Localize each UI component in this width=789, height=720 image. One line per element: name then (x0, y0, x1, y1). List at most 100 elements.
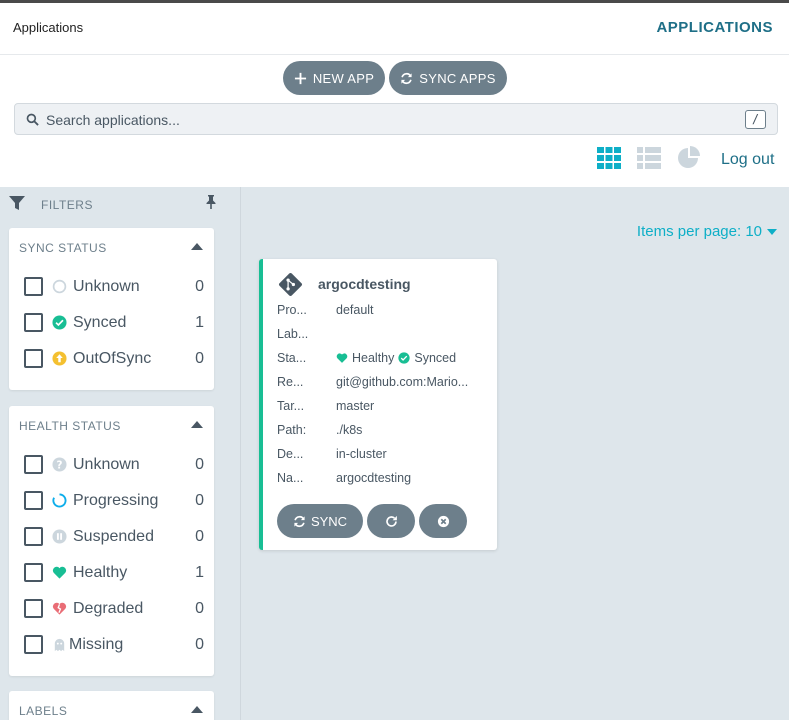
heart-broken-icon (52, 602, 67, 615)
filter-count: 0 (195, 456, 204, 473)
app-name[interactable]: argocdtesting (318, 276, 411, 292)
filter-count: 0 (195, 600, 204, 617)
filter-label: Suspended (73, 528, 154, 545)
filter-row-sync-unknown[interactable]: Unknown 0 (24, 276, 204, 298)
field-path: Path: ./k8s (277, 423, 487, 441)
app-refresh-button[interactable] (367, 504, 415, 538)
field-key: De... (277, 447, 304, 461)
field-value: argocdtesting (336, 471, 412, 485)
filters-header: FILTERS (0, 187, 240, 225)
app-delete-button[interactable] (419, 504, 467, 538)
checkbox[interactable] (24, 455, 43, 474)
pin-icon[interactable] (205, 195, 217, 209)
heart-icon (52, 566, 67, 579)
field-key: Tar... (277, 399, 305, 413)
app-card[interactable]: argocdtesting Pro... default Lab... Sta.… (259, 259, 497, 550)
sync-apps-button[interactable]: SYNC APPS (389, 61, 507, 95)
logout-link[interactable]: Log out (721, 151, 774, 169)
sync-icon (294, 515, 305, 527)
field-key: Pro... (277, 303, 307, 317)
tiles-icon[interactable] (596, 146, 622, 170)
field-destination: De... in-cluster (277, 447, 487, 465)
new-app-button[interactable]: NEW APP (283, 61, 385, 95)
toolbar: NEW APP SYNC APPS / Log out (0, 56, 789, 186)
filter-row-health-unknown[interactable]: ? Unknown 0 (24, 454, 204, 476)
applications-main: Items per page: 10 argocdtesting Pro... … (241, 187, 789, 720)
field-project: Pro... default (277, 303, 487, 321)
plus-icon (294, 72, 306, 84)
field-key: Path: (277, 423, 307, 437)
filter-row-missing[interactable]: Missing 0 (24, 634, 204, 656)
refresh-icon (385, 515, 397, 527)
filter-row-progressing[interactable]: Progressing 0 (24, 490, 204, 512)
filter-label: Unknown (73, 456, 140, 473)
page-header: Applications APPLICATIONS (0, 3, 789, 55)
filter-count: 0 (195, 492, 204, 509)
checkbox[interactable] (24, 313, 43, 332)
filter-count: 0 (195, 528, 204, 545)
filter-row-out-of-sync[interactable]: OutOfSync 0 (24, 348, 204, 370)
filter-label: OutOfSync (73, 350, 152, 367)
breadcrumb[interactable]: Applications (13, 20, 83, 35)
new-app-label: NEW APP (312, 70, 375, 86)
checkbox[interactable] (24, 599, 43, 618)
filter-icon (9, 196, 25, 210)
health-status-title: HEALTH STATUS (19, 419, 121, 433)
app-sync-button[interactable]: SYNC (277, 504, 363, 538)
sync-icon (401, 72, 412, 84)
sync-apps-label: SYNC APPS (419, 70, 496, 86)
field-repository: Re... git@github.com:Mario... (277, 375, 487, 393)
labels-title: LABELS (19, 704, 68, 718)
checkbox[interactable] (24, 563, 43, 582)
filter-label: Progressing (73, 492, 159, 509)
field-value: ./k8s (336, 423, 363, 437)
checkbox[interactable] (24, 491, 43, 510)
field-key: Lab... (277, 327, 309, 341)
collapse-caret-icon[interactable] (191, 706, 203, 713)
checkbox[interactable] (24, 349, 43, 368)
pause-circle-icon (52, 529, 67, 544)
question-circle-icon: ? (52, 457, 67, 472)
field-status: Sta... Healthy Synced (277, 351, 487, 369)
filters-sidebar: FILTERS SYNC STATUS Unknown 0 Synced 1 O… (0, 187, 241, 720)
collapse-caret-icon[interactable] (191, 421, 203, 428)
list-icon[interactable] (636, 146, 662, 170)
filter-count: 1 (195, 564, 204, 581)
checkbox[interactable] (24, 635, 43, 654)
field-key: Sta... (277, 351, 307, 365)
filter-row-synced[interactable]: Synced 1 (24, 312, 204, 334)
status-value: Healthy Synced (336, 351, 478, 365)
field-target-revision: Tar... master (277, 399, 487, 417)
filter-count: 0 (195, 350, 204, 367)
filter-row-healthy[interactable]: Healthy 1 (24, 562, 204, 584)
field-value: in-cluster (336, 447, 387, 461)
sync-status-panel: SYNC STATUS Unknown 0 Synced 1 OutOfSync… (9, 228, 214, 390)
filter-row-suspended[interactable]: Suspended 0 (24, 526, 204, 548)
keyboard-shortcut-hint: / (745, 110, 766, 129)
search-input[interactable] (46, 110, 736, 130)
heart-icon (336, 353, 348, 363)
field-namespace: Na... argocdtesting (277, 471, 487, 489)
spinner-icon (52, 493, 67, 508)
ghost-icon (54, 638, 65, 652)
filter-row-degraded[interactable]: Degraded 0 (24, 598, 204, 620)
filter-label: Healthy (73, 564, 128, 581)
page-title: APPLICATIONS (656, 19, 773, 36)
app-sync-label: SYNC (310, 513, 348, 529)
filter-count: 1 (195, 314, 204, 331)
field-key: Re... (277, 375, 304, 389)
pie-chart-icon[interactable] (676, 146, 702, 170)
items-per-page-select[interactable]: Items per page: 10 (637, 223, 777, 240)
labels-panel: LABELS (9, 691, 214, 720)
filters-label: FILTERS (41, 198, 93, 212)
filter-count: 0 (195, 636, 204, 653)
checkbox[interactable] (24, 527, 43, 546)
check-circle-icon (52, 315, 67, 330)
arrow-up-circle-icon (52, 351, 67, 366)
collapse-caret-icon[interactable] (191, 243, 203, 250)
svg-text:?: ? (57, 459, 63, 471)
filter-label: Degraded (73, 600, 144, 617)
checkbox[interactable] (24, 277, 43, 296)
search-icon (26, 113, 39, 126)
sync-status-text: Synced (414, 351, 457, 365)
